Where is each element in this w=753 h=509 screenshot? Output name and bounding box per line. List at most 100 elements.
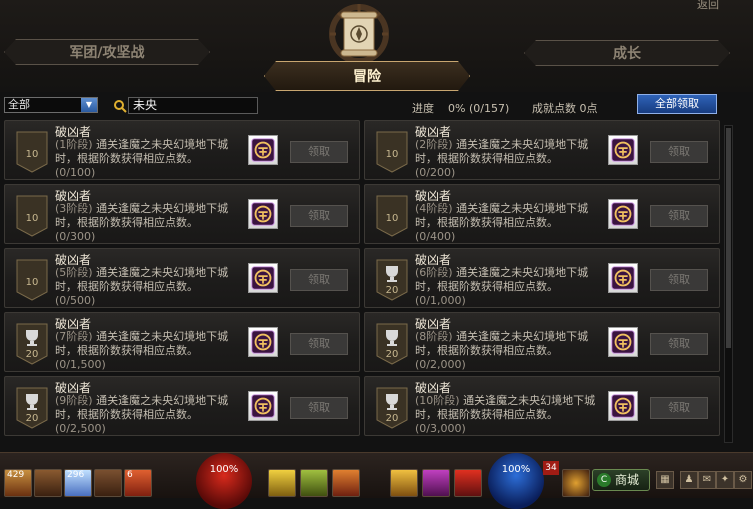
chevron-down-icon[interactable]: ▼ [81, 98, 97, 112]
reward-item-icon[interactable] [248, 327, 278, 357]
achievement-description: (5阶段) 通关逢魔之未央幻境地下城时，根据阶数获得相应点数。 (0/500) [55, 266, 245, 308]
achievement-description: (8阶段) 通关逢魔之未央幻境地下城时，根据阶数获得相应点数。 (0/2,000) [415, 330, 605, 372]
hp-value: 100% [209, 464, 239, 475]
claim-button[interactable]: 领取 [650, 205, 708, 227]
achievement-progress: (0/2,000) [415, 358, 466, 371]
reward-item-icon[interactable] [248, 391, 278, 421]
claim-button[interactable]: 领取 [650, 269, 708, 291]
achievement-description: (2阶段) 通关逢魔之未央幻境地下城时，根据阶数获得相应点数。 (0/200) [415, 138, 605, 180]
settings-icon[interactable]: ⚙ [734, 471, 752, 489]
badge-points: 10 [386, 213, 399, 224]
points-status: 成就点数 0点 [532, 100, 598, 116]
window-header: 返回 军团/攻坚战 成长 冒险 [0, 0, 753, 92]
search-input[interactable]: 未央 [128, 97, 258, 114]
achievement-card: 10 破凶者 (2阶段) 通关逢魔之未央幻境地下城时，根据阶数获得相应点数。 (0/2… [364, 120, 720, 180]
trophy-badge-icon: 20 [16, 323, 48, 365]
item-slot-3[interactable]: 296 [64, 469, 92, 497]
achievement-description: (6阶段) 通关逢魔之未央幻境地下城时，根据阶数获得相应点数。 (0/1,000) [415, 266, 605, 308]
achievement-card: 20 破凶者 (8阶段) 通关逢魔之未央幻境地下城时，根据阶数获得相应点数。 (0/2… [364, 312, 720, 372]
badge-points: 10 [386, 149, 399, 160]
achievement-progress: (0/1,500) [55, 358, 106, 371]
achievement-card: 10 破凶者 (4阶段) 通关逢魔之未央幻境地下城时，根据阶数获得相应点数。 (0/4… [364, 184, 720, 244]
shield-badge-icon: 10 [16, 195, 48, 237]
achievement-progress: (0/400) [415, 230, 456, 243]
achievement-card: 10 破凶者 (5阶段) 通关逢魔之未央幻境地下城时，根据阶数获得相应点数。 (0/5… [4, 248, 360, 308]
category-select[interactable]: 全部 ▼ [4, 97, 98, 113]
category-select-value: 全部 [8, 98, 30, 111]
achievement-card: 20 破凶者 (10阶段) 通关逢魔之未央幻境地下城时，根据阶数获得相应点数。 (0/… [364, 376, 720, 436]
achievement-card: 20 破凶者 (6阶段) 通关逢魔之未央幻境地下城时，根据阶数获得相应点数。 (0/1… [364, 248, 720, 308]
slot-count: 429 [7, 470, 25, 480]
shield-badge-icon: 10 [376, 195, 408, 237]
mp-value: 100% [501, 464, 531, 475]
reward-item-icon[interactable] [248, 263, 278, 293]
achievement-progress: (0/500) [55, 294, 96, 307]
claim-button[interactable]: 领取 [290, 269, 348, 291]
guild-icon[interactable]: ✦ [716, 471, 734, 489]
item-slot-5[interactable]: 6 [124, 469, 152, 497]
skill-slot-3[interactable] [332, 469, 360, 497]
badge-points: 10 [26, 213, 39, 224]
reward-item-icon[interactable] [608, 199, 638, 229]
mail-icon[interactable]: ✉ [698, 471, 716, 489]
tab-adventure[interactable]: 冒险 [264, 61, 470, 91]
fatigue-icon[interactable] [562, 469, 590, 497]
achievement-description: (10阶段) 通关逢魔之未央幻境地下城时，根据阶数获得相应点数。 (0/3,000… [415, 394, 605, 436]
points-label: 成就点数 [532, 102, 576, 115]
claim-all-button[interactable]: 全部领取 [637, 94, 717, 114]
item-slot-1[interactable]: 429 [4, 469, 32, 497]
achievement-card: 10 破凶者 (3阶段) 通关逢魔之未央幻境地下城时，根据阶数获得相应点数。 (0/3… [4, 184, 360, 244]
reward-item-icon[interactable] [248, 135, 278, 165]
achievement-progress: (0/2,500) [55, 422, 106, 435]
claim-button[interactable]: 领取 [650, 141, 708, 163]
reward-item-icon[interactable] [608, 327, 638, 357]
shop-button[interactable]: C 商城 [592, 469, 650, 491]
progress-count: (0/157) [468, 102, 510, 115]
claim-button[interactable]: 领取 [290, 333, 348, 355]
skill-slot-5[interactable] [422, 469, 450, 497]
claim-button[interactable]: 领取 [650, 333, 708, 355]
achievement-stage: (1阶段) [55, 138, 93, 151]
reward-item-icon[interactable] [608, 391, 638, 421]
reward-item-icon[interactable] [608, 263, 638, 293]
return-link[interactable]: 返回 [697, 0, 719, 12]
scroll-emblem-icon [329, 4, 389, 62]
tab-legion-raid[interactable]: 军团/攻坚战 [4, 39, 210, 65]
achievement-stage: (2阶段) [415, 138, 453, 151]
tab-growth[interactable]: 成长 [524, 40, 730, 66]
achievement-description: (4阶段) 通关逢魔之未央幻境地下城时，根据阶数获得相应点数。 (0/400) [415, 202, 605, 244]
level-badge: 34 [543, 461, 559, 475]
filter-bar: 全部 ▼ 未央 进度 0% (0/157) 成就点数 0点 全部领取 [0, 94, 753, 118]
shop-icon: C [597, 473, 611, 487]
achievement-description: (1阶段) 通关逢魔之未央幻境地下城时，根据阶数获得相应点数。 (0/100) [55, 138, 245, 180]
achievement-progress: (0/3,000) [415, 422, 466, 435]
character-icon[interactable]: ♟ [680, 471, 698, 489]
achievement-stage: (5阶段) [55, 266, 93, 279]
achievement-description: (3阶段) 通关逢魔之未央幻境地下城时，根据阶数获得相应点数。 (0/300) [55, 202, 245, 244]
progress-percent: 0% [448, 102, 466, 115]
scrollbar-thumb[interactable] [726, 128, 731, 348]
badge-points: 20 [26, 349, 39, 360]
menu-icon[interactable]: ▦ [656, 471, 674, 489]
trophy-badge-icon: 20 [16, 387, 48, 429]
achievement-stage: (3阶段) [55, 202, 93, 215]
achievement-card: 20 破凶者 (7阶段) 通关逢魔之未央幻境地下城时，根据阶数获得相应点数。 (0/1… [4, 312, 360, 372]
achievement-progress: (0/100) [55, 166, 96, 179]
item-slot-4[interactable] [94, 469, 122, 497]
reward-item-icon[interactable] [248, 199, 278, 229]
skill-slot-1[interactable] [268, 469, 296, 497]
list-scrollbar[interactable] [724, 125, 733, 443]
skill-slot-2[interactable] [300, 469, 328, 497]
points-value: 0点 [579, 102, 598, 115]
shop-label: 商城 [615, 473, 640, 487]
item-slot-2[interactable] [34, 469, 62, 497]
badge-points: 20 [386, 349, 399, 360]
claim-button[interactable]: 领取 [290, 397, 348, 419]
skill-slot-4[interactable] [390, 469, 418, 497]
claim-button[interactable]: 领取 [290, 205, 348, 227]
claim-button[interactable]: 领取 [290, 141, 348, 163]
claim-button[interactable]: 领取 [650, 397, 708, 419]
skill-slot-6[interactable] [454, 469, 482, 497]
achievement-stage: (8阶段) [415, 330, 453, 343]
reward-item-icon[interactable] [608, 135, 638, 165]
